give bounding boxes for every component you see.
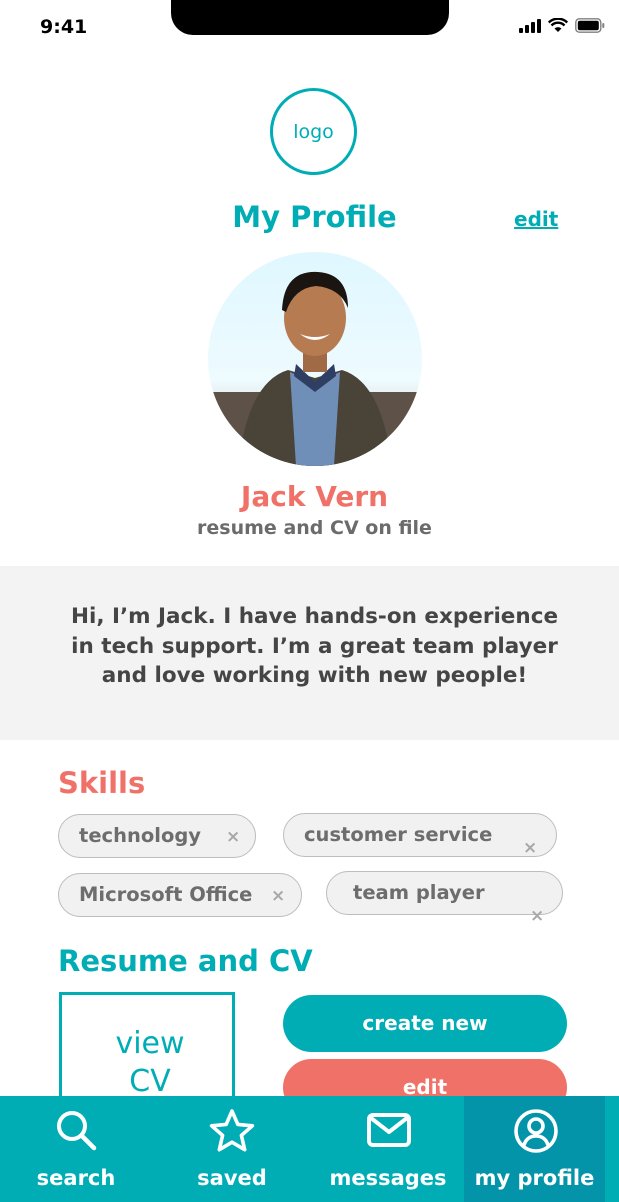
view-cv-label-line1: view <box>115 1026 185 1061</box>
mail-icon <box>367 1113 411 1147</box>
battery-icon <box>575 18 605 33</box>
edit-profile-link[interactable]: edit <box>514 207 558 231</box>
remove-skill-icon[interactable]: × <box>226 827 240 847</box>
skill-chip-label: technology <box>79 824 202 847</box>
logo: logo <box>270 88 357 175</box>
nav-item-messages[interactable]: messages <box>312 1096 464 1202</box>
nav-label-my-profile: my profile <box>474 1166 595 1190</box>
status-icons <box>519 18 605 33</box>
nav-item-my-profile[interactable]: my profile <box>464 1096 605 1202</box>
nav-label-messages: messages <box>329 1166 447 1190</box>
logo-label: logo <box>293 120 334 143</box>
user-subtitle: resume and CV on file <box>197 517 432 539</box>
nav-item-saved[interactable]: saved <box>157 1096 307 1202</box>
avatar-photo <box>208 252 422 466</box>
avatar <box>208 252 422 466</box>
nav-label-search: search <box>36 1166 116 1190</box>
user-circle-icon <box>514 1109 558 1153</box>
skill-chip-label: team player <box>353 881 485 904</box>
resume-title: Resume and CV <box>58 944 313 978</box>
remove-skill-icon[interactable]: × <box>530 906 544 926</box>
skill-chip[interactable]: Microsoft Office × <box>58 873 302 917</box>
view-cv-label: view CV <box>62 1025 238 1101</box>
status-time: 9:41 <box>40 16 88 38</box>
bottom-nav: search saved messages my profile <box>0 1096 619 1202</box>
nav-item-search[interactable]: search <box>0 1096 152 1202</box>
skills-title: Skills <box>58 766 146 800</box>
remove-skill-icon[interactable]: × <box>271 886 285 906</box>
device-notch <box>171 0 449 35</box>
skill-chip[interactable]: team player × <box>326 871 563 926</box>
wifi-icon <box>548 18 568 32</box>
search-icon <box>57 1111 97 1151</box>
star-icon <box>209 1109 255 1152</box>
status-bar: 9:41 <box>0 0 619 55</box>
skill-chip[interactable]: customer service × <box>283 813 557 858</box>
signal-icon <box>519 18 541 33</box>
bio-text: Hi, I’m Jack. I have hands-on experience… <box>70 604 559 688</box>
create-new-button[interactable]: create new <box>283 995 567 1052</box>
nav-label-saved: saved <box>197 1166 267 1190</box>
bio-section: Hi, I’m Jack. I have hands-on experience… <box>0 566 619 740</box>
skill-chip[interactable]: technology × <box>58 814 256 858</box>
skill-chip-label: customer service <box>304 823 493 846</box>
remove-skill-icon[interactable]: × <box>523 838 537 858</box>
skill-chip-label: Microsoft Office <box>79 883 253 906</box>
user-name: Jack Vern <box>240 480 389 513</box>
